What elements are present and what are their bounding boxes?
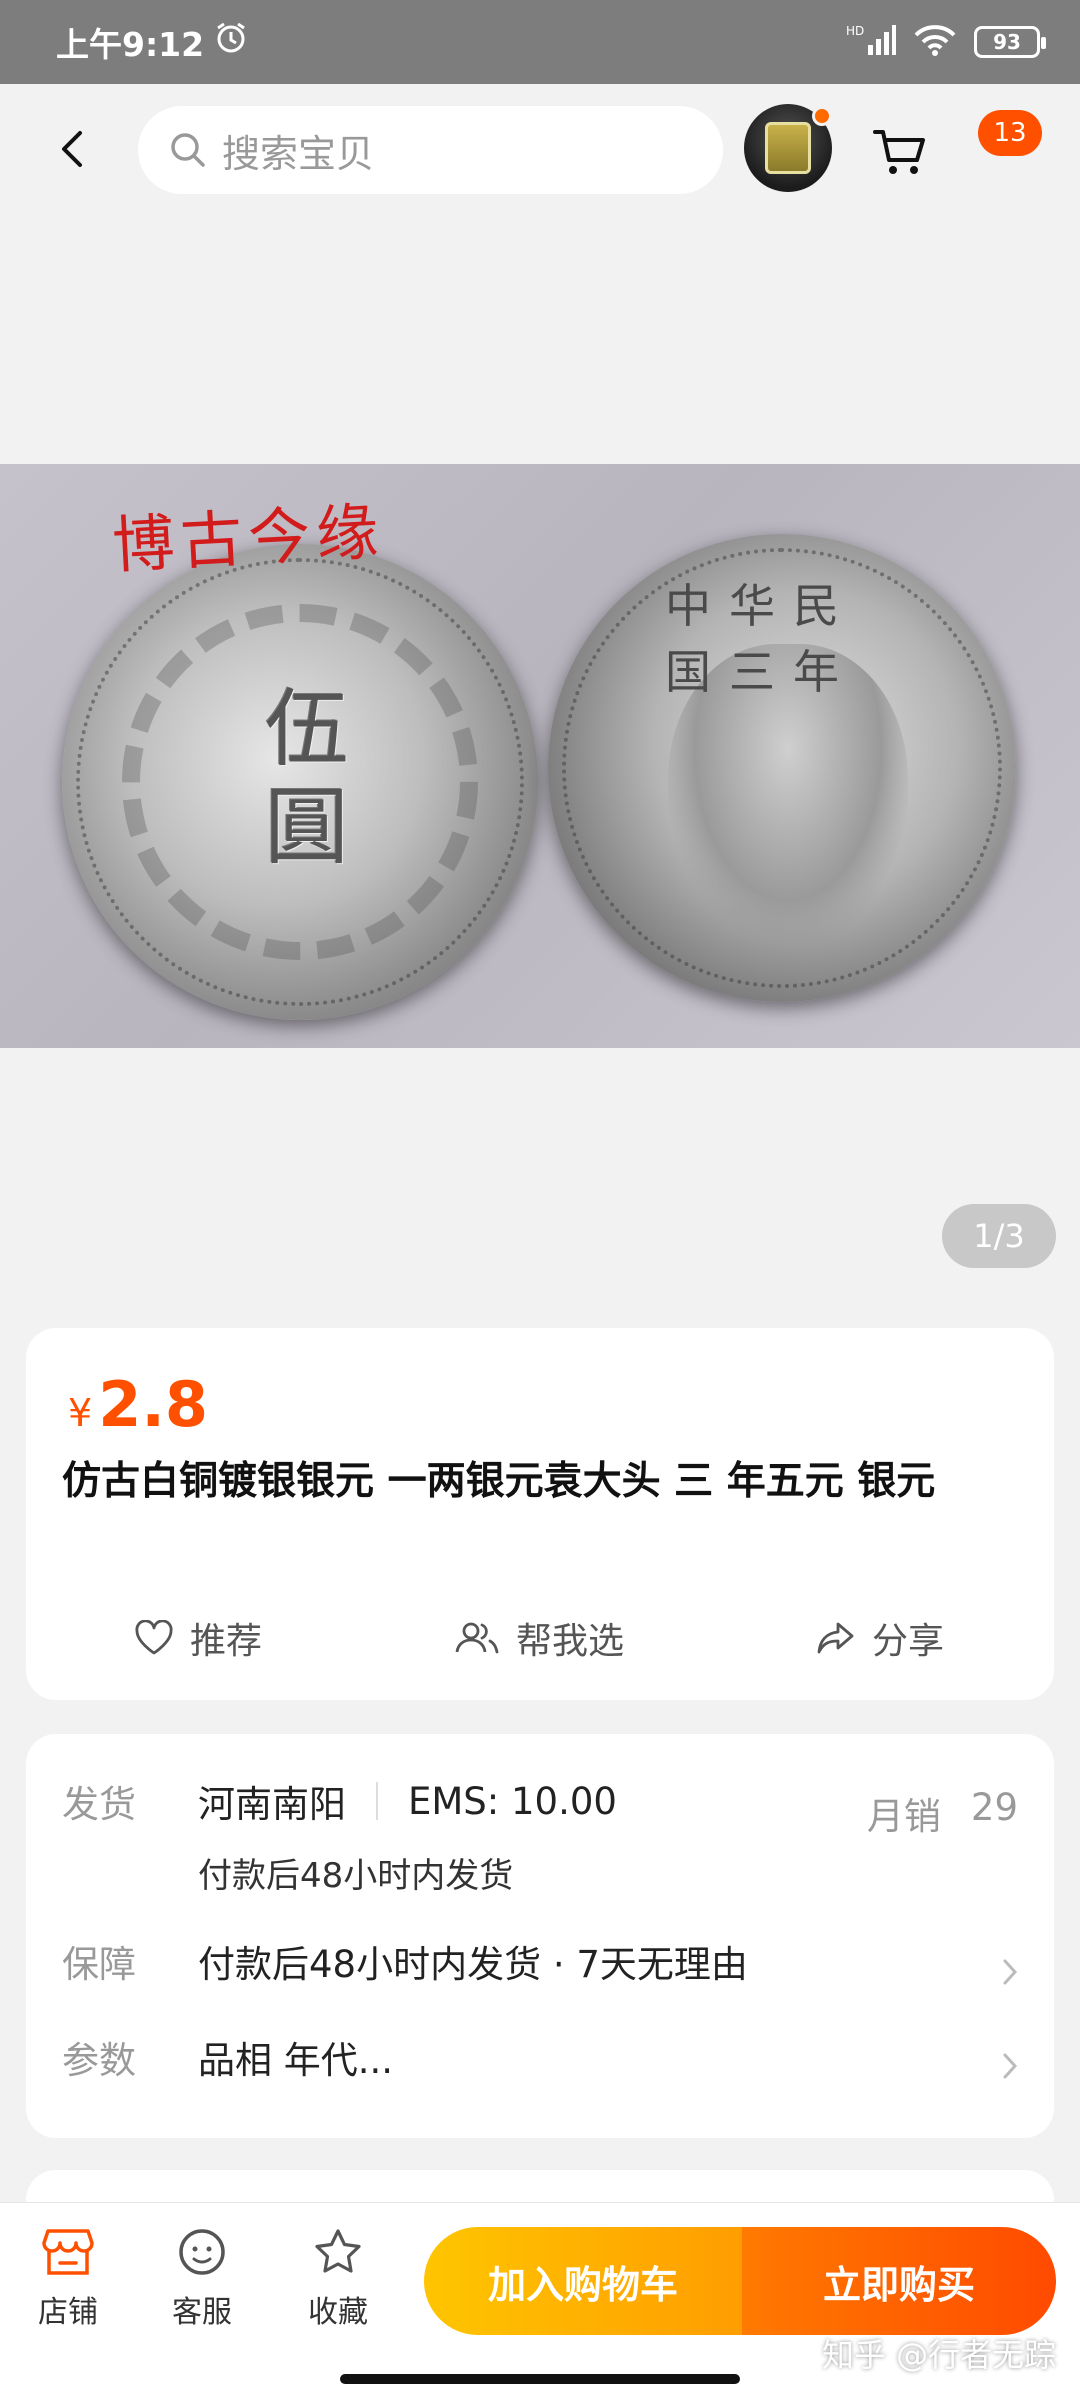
search-input[interactable]: 搜索宝贝	[138, 106, 723, 194]
share-label: 分享	[872, 1621, 945, 1662]
buy-now-button[interactable]: 立即购买	[742, 2227, 1056, 2335]
battery-level: 93	[993, 30, 1021, 54]
price: ¥ 2.8	[68, 1368, 208, 1441]
params-row[interactable]: 参数 品相 年代...	[62, 2030, 393, 2084]
customer-service-icon	[179, 2229, 225, 2275]
customer-service-button[interactable]: 客服	[152, 2227, 252, 2331]
photo-watermark-caption: 博古今缘	[110, 494, 387, 583]
shipping-note: 付款后48小时内发货	[198, 1856, 514, 1896]
help-me-choose-button[interactable]: 帮我选	[454, 1598, 624, 1678]
store-icon	[42, 2229, 94, 2275]
chevron-right-icon[interactable]	[1002, 2052, 1018, 2080]
shipping-label: 发货	[62, 1783, 136, 1826]
zhihu-watermark: 知乎 @行者无踪	[822, 2336, 1057, 2374]
shipping-info-card: 发货 河南南阳 EMS: 10.00 月销 29 付款后48小时内发货 保障 付…	[26, 1734, 1054, 2138]
params-label: 参数	[62, 2039, 136, 2082]
people-icon	[455, 1622, 499, 1654]
monthly-sales-value: 29	[970, 1786, 1018, 1829]
price-value: 2.8	[98, 1368, 209, 1441]
search-icon	[171, 133, 205, 167]
avatar-notification-dot	[812, 106, 832, 126]
product-gallery[interactable]: 伍圓 中华民国三年 博古今缘 1/3	[0, 214, 1080, 1294]
monthly-sales-label: 月销	[866, 1795, 941, 1838]
shipping-row: 发货 河南南阳 EMS: 10.00	[62, 1774, 617, 1828]
guarantee-row[interactable]: 保障 付款后48小时内发货 · 7天无理由	[62, 1934, 748, 1988]
search-placeholder: 搜索宝贝	[222, 131, 375, 176]
recommend-button[interactable]: 推荐	[134, 1598, 262, 1678]
alarm-icon	[214, 21, 248, 63]
cart-button[interactable]	[872, 126, 928, 178]
back-icon	[62, 131, 82, 167]
favorite-button[interactable]: 收藏	[288, 2227, 388, 2331]
favorite-label: 收藏	[308, 2295, 368, 2330]
coin-reverse-image: 伍圓	[62, 544, 538, 1020]
avatar-image	[765, 122, 811, 174]
guarantee-text: 付款后48小时内发货 · 7天无理由	[198, 1943, 748, 1986]
cart-icon	[873, 130, 925, 174]
product-photo[interactable]: 伍圓 中华民国三年 博古今缘	[0, 464, 1080, 1048]
shipping-fee: EMS: 10.00	[408, 1779, 617, 1823]
price-currency: ¥	[68, 1391, 93, 1435]
status-left: 上午9:12	[56, 18, 248, 66]
coin-denomination: 伍圓	[251, 684, 350, 880]
recommend-label: 推荐	[190, 1621, 263, 1662]
store-button[interactable]: 店铺	[18, 2227, 118, 2331]
chevron-right-icon[interactable]	[1002, 1958, 1018, 1986]
divider	[376, 1782, 378, 1820]
store-label: 店铺	[38, 2295, 98, 2330]
shipping-location: 河南南阳	[198, 1783, 346, 1826]
share-button[interactable]: 分享	[816, 1598, 944, 1678]
home-indicator[interactable]	[340, 2374, 740, 2384]
status-bar: 上午9:12 HD 93	[0, 0, 1080, 84]
heart-icon	[135, 1620, 173, 1655]
product-summary-card: ¥ 2.8 仿古白铜镀银银元 一两银元袁大头 三 年五元 银元 推荐 帮我选 分…	[26, 1328, 1054, 1700]
back-button[interactable]	[50, 124, 100, 174]
product-title: 仿古白铜镀银银元 一两银元袁大头 三 年五元 银元	[62, 1459, 936, 1504]
action-row: 推荐 帮我选 分享	[26, 1598, 1054, 1678]
coin-obverse-image: 中华民国三年	[548, 534, 1016, 1002]
guarantee-label: 保障	[62, 1943, 136, 1986]
add-to-cart-button[interactable]: 加入购物车	[424, 2227, 742, 2335]
nav-header: 搜索宝贝 13	[0, 84, 1080, 214]
monthly-sales: 月销 29	[867, 1786, 1018, 1840]
customer-service-label: 客服	[172, 2295, 232, 2330]
gallery-page-indicator: 1/3	[942, 1204, 1056, 1268]
battery-icon: 93	[974, 26, 1046, 58]
help-me-choose-label: 帮我选	[516, 1621, 625, 1662]
star-icon	[315, 2229, 361, 2273]
wifi-icon	[914, 24, 956, 60]
signal-icon: HD	[846, 23, 896, 61]
params-text: 品相 年代...	[198, 2039, 394, 2082]
share-icon	[817, 1622, 854, 1654]
cart-badge: 13	[978, 110, 1042, 156]
status-right: HD 93	[846, 23, 1046, 61]
avatar[interactable]	[744, 104, 832, 192]
coin-legend: 中华民国三年	[665, 579, 857, 699]
svg-text:HD: HD	[846, 24, 864, 38]
status-time: 上午9:12	[56, 25, 205, 64]
